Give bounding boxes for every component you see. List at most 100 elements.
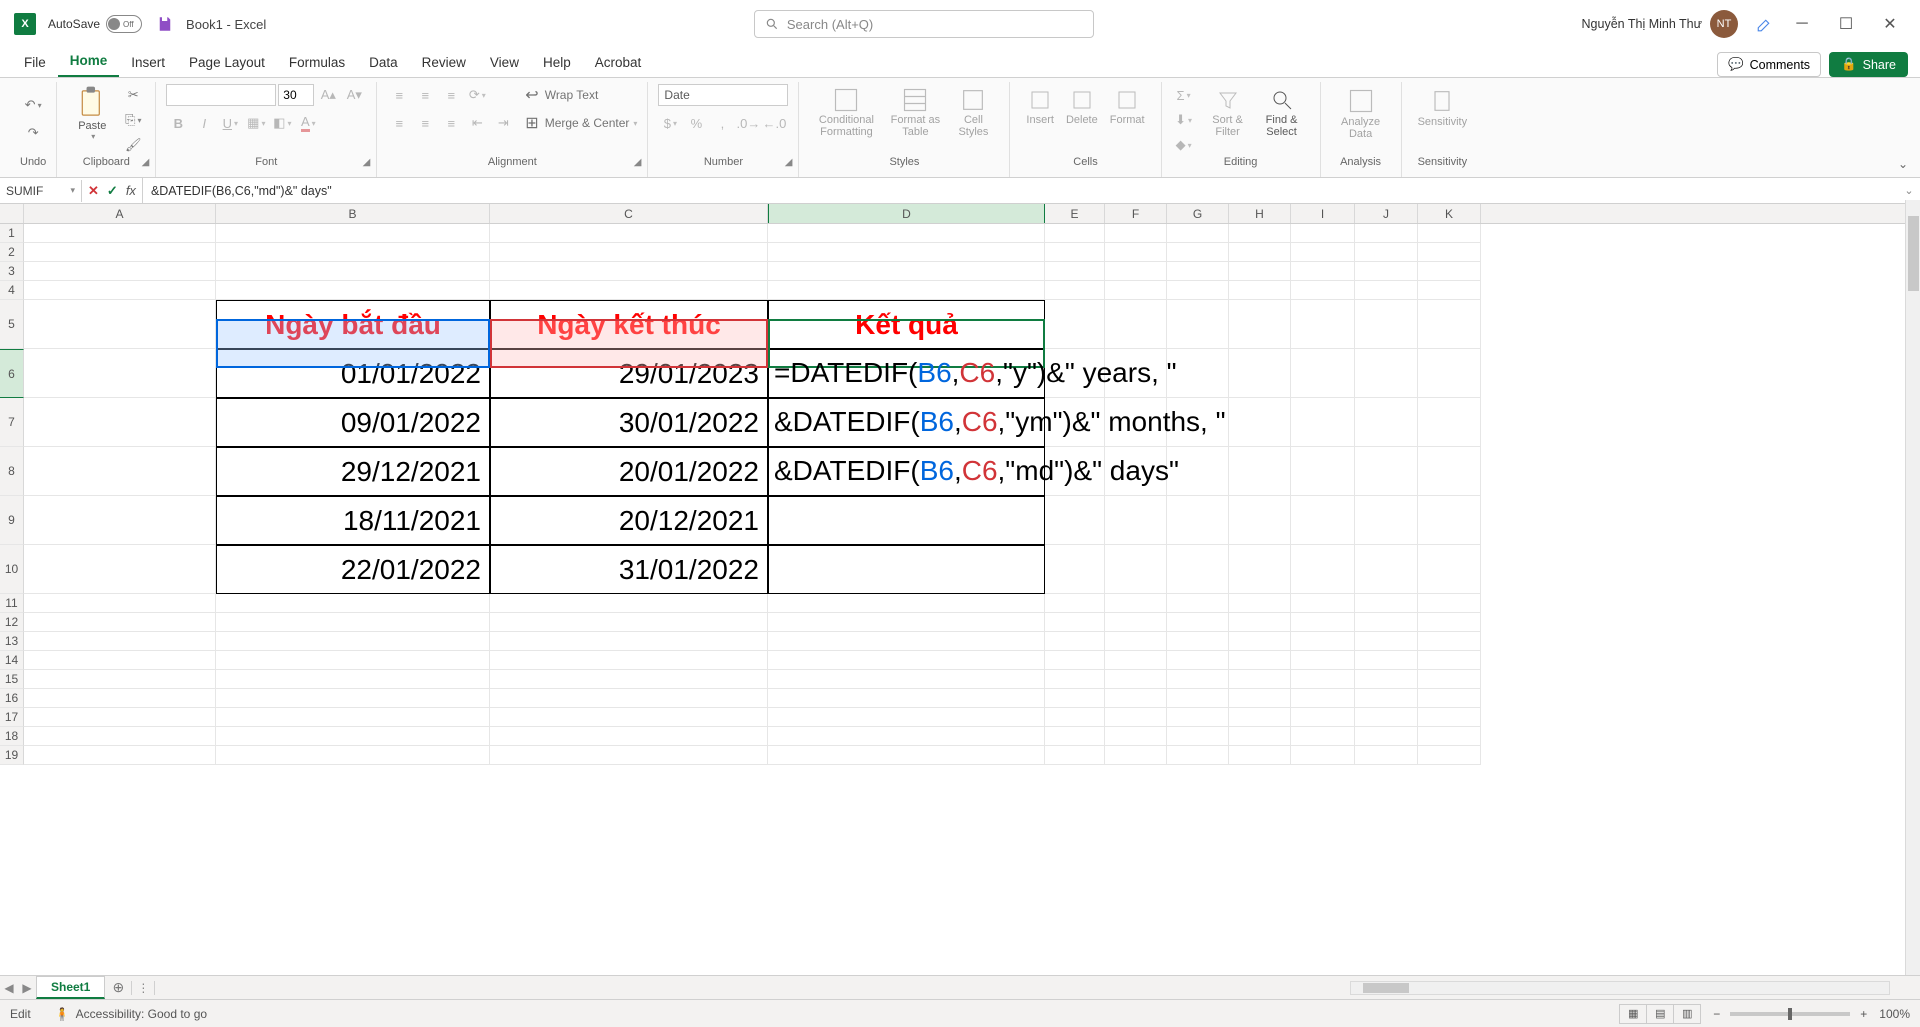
- cell-J13[interactable]: [1355, 632, 1418, 651]
- cell-E19[interactable]: [1045, 746, 1105, 765]
- cell-E1[interactable]: [1045, 224, 1105, 243]
- format-painter-button[interactable]: 🖌: [121, 134, 145, 156]
- cell-I4[interactable]: [1291, 281, 1355, 300]
- select-all-triangle[interactable]: [0, 204, 24, 223]
- align-center-button[interactable]: ≡: [413, 112, 437, 134]
- column-header-c[interactable]: C: [490, 204, 768, 223]
- cell-E4[interactable]: [1045, 281, 1105, 300]
- underline-button[interactable]: U▾: [218, 112, 242, 134]
- cell-A4[interactable]: [24, 281, 216, 300]
- cell-D3[interactable]: [768, 262, 1045, 281]
- cell-K16[interactable]: [1418, 689, 1481, 708]
- cell-C4[interactable]: [490, 281, 768, 300]
- worksheet-grid[interactable]: ABCDEFGHIJK 12345Ngày bắt đầuNgày kết th…: [0, 204, 1920, 970]
- column-header-a[interactable]: A: [24, 204, 216, 223]
- cell-I8[interactable]: [1291, 447, 1355, 496]
- cell-K14[interactable]: [1418, 651, 1481, 670]
- zoom-slider[interactable]: [1730, 1012, 1850, 1016]
- cell-B9[interactable]: 18/11/2021: [216, 496, 490, 545]
- cell-E10[interactable]: [1045, 545, 1105, 594]
- cell-A14[interactable]: [24, 651, 216, 670]
- cell-I12[interactable]: [1291, 613, 1355, 632]
- cell-H4[interactable]: [1229, 281, 1291, 300]
- cell-A2[interactable]: [24, 243, 216, 262]
- cell-F12[interactable]: [1105, 613, 1167, 632]
- sort-filter-button[interactable]: Sort & Filter: [1202, 84, 1254, 140]
- cell-C3[interactable]: [490, 262, 768, 281]
- cell-F5[interactable]: [1105, 300, 1167, 349]
- cell-H7[interactable]: [1229, 398, 1291, 447]
- merge-center-button[interactable]: ⊞ Merge & Center▾: [525, 112, 637, 134]
- tab-formulas[interactable]: Formulas: [277, 49, 357, 77]
- cell-I19[interactable]: [1291, 746, 1355, 765]
- cell-B16[interactable]: [216, 689, 490, 708]
- cell-K10[interactable]: [1418, 545, 1481, 594]
- decrease-font-button[interactable]: A▾: [342, 84, 366, 106]
- currency-button[interactable]: $▾: [658, 112, 682, 134]
- tab-scroll-splitter[interactable]: ⋮: [131, 981, 155, 995]
- cell-G13[interactable]: [1167, 632, 1229, 651]
- cell-G3[interactable]: [1167, 262, 1229, 281]
- column-header-g[interactable]: G: [1167, 204, 1229, 223]
- cell-F11[interactable]: [1105, 594, 1167, 613]
- sensitivity-button[interactable]: Sensitivity: [1412, 84, 1474, 130]
- cell-F10[interactable]: [1105, 545, 1167, 594]
- tab-insert[interactable]: Insert: [119, 49, 177, 77]
- cell-C10[interactable]: 31/01/2022: [490, 545, 768, 594]
- cell-D13[interactable]: [768, 632, 1045, 651]
- insert-cells-button[interactable]: Insert: [1020, 84, 1060, 128]
- cell-I9[interactable]: [1291, 496, 1355, 545]
- cell-I10[interactable]: [1291, 545, 1355, 594]
- cell-H14[interactable]: [1229, 651, 1291, 670]
- cell-J11[interactable]: [1355, 594, 1418, 613]
- cell-J6[interactable]: [1355, 349, 1418, 398]
- view-normal-button[interactable]: ▦: [1619, 1004, 1647, 1024]
- cell-D19[interactable]: [768, 746, 1045, 765]
- align-top-button[interactable]: ≡: [387, 84, 411, 106]
- cell-K19[interactable]: [1418, 746, 1481, 765]
- cell-I2[interactable]: [1291, 243, 1355, 262]
- zoom-level[interactable]: 100%: [1879, 1007, 1910, 1021]
- cell-F1[interactable]: [1105, 224, 1167, 243]
- sheet-nav-prev[interactable]: ◀: [0, 981, 18, 995]
- cell-D4[interactable]: [768, 281, 1045, 300]
- cell-K17[interactable]: [1418, 708, 1481, 727]
- cell-E11[interactable]: [1045, 594, 1105, 613]
- cell-A3[interactable]: [24, 262, 216, 281]
- cell-F17[interactable]: [1105, 708, 1167, 727]
- cell-F18[interactable]: [1105, 727, 1167, 746]
- cell-H11[interactable]: [1229, 594, 1291, 613]
- cell-K18[interactable]: [1418, 727, 1481, 746]
- cell-C9[interactable]: 20/12/2021: [490, 496, 768, 545]
- increase-font-button[interactable]: A▴: [316, 84, 340, 106]
- cell-H10[interactable]: [1229, 545, 1291, 594]
- cell-J1[interactable]: [1355, 224, 1418, 243]
- cell-J8[interactable]: [1355, 447, 1418, 496]
- cell-G4[interactable]: [1167, 281, 1229, 300]
- cell-D18[interactable]: [768, 727, 1045, 746]
- column-header-f[interactable]: F: [1105, 204, 1167, 223]
- cell-F14[interactable]: [1105, 651, 1167, 670]
- alignment-launcher-icon[interactable]: ◢: [634, 157, 642, 168]
- align-left-button[interactable]: ≡: [387, 112, 411, 134]
- increase-decimal-button[interactable]: .0→: [736, 112, 760, 134]
- tab-home[interactable]: Home: [58, 47, 120, 77]
- cell-K2[interactable]: [1418, 243, 1481, 262]
- cell-A13[interactable]: [24, 632, 216, 651]
- format-as-table-button[interactable]: Format as Table: [883, 84, 947, 140]
- cell-G18[interactable]: [1167, 727, 1229, 746]
- cell-H9[interactable]: [1229, 496, 1291, 545]
- search-box[interactable]: Search (Alt+Q): [754, 10, 1094, 38]
- row-header-9[interactable]: 9: [0, 496, 24, 545]
- clipboard-launcher-icon[interactable]: ◢: [142, 157, 150, 168]
- number-format-box[interactable]: [658, 84, 788, 106]
- cell-J5[interactable]: [1355, 300, 1418, 349]
- cell-B12[interactable]: [216, 613, 490, 632]
- cell-C13[interactable]: [490, 632, 768, 651]
- cell-B18[interactable]: [216, 727, 490, 746]
- cell-D16[interactable]: [768, 689, 1045, 708]
- cell-E14[interactable]: [1045, 651, 1105, 670]
- cell-C12[interactable]: [490, 613, 768, 632]
- fill-color-button[interactable]: ◧▾: [270, 112, 294, 134]
- cell-H12[interactable]: [1229, 613, 1291, 632]
